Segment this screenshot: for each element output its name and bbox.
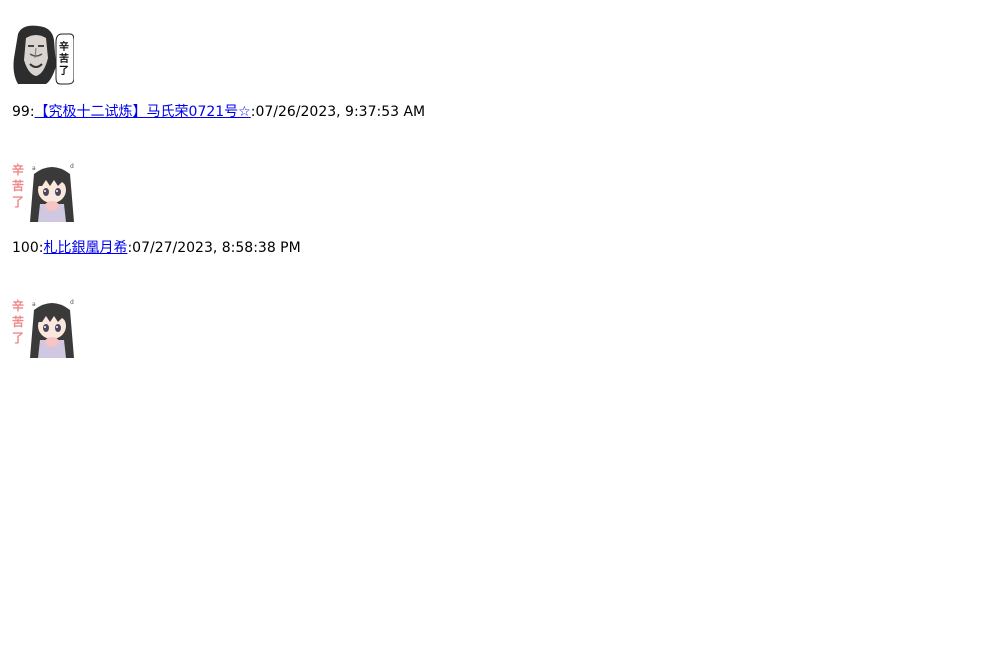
sticker-caption-1: 辛 — [12, 298, 24, 313]
post-timestamp: 07/26/2023, 9:37:53 AM — [255, 104, 426, 120]
long-hair-man-sticker-icon: 辛 苦 了 — [12, 24, 74, 86]
svg-text:a: a — [32, 301, 36, 308]
sticker-image-girl-1: 辛 苦 了 a d — [12, 160, 74, 222]
post-timestamp: 07/27/2023, 8:58:38 PM — [132, 240, 301, 256]
sticker-caption-3: 了 — [12, 195, 24, 209]
anime-girl-sticker-icon: 辛 苦 了 a d — [12, 160, 74, 222]
sticker-caption-1: 辛 — [12, 162, 24, 177]
sticker-caption-2: 苦 — [12, 314, 24, 329]
svg-text:a: a — [32, 165, 36, 172]
post-number: 100 — [12, 240, 39, 256]
svg-text:d: d — [70, 299, 74, 306]
sticker-caption-2: 苦 — [59, 52, 69, 65]
sticker-caption-1: 辛 — [59, 40, 69, 53]
anime-girl-sticker-icon: 辛 苦 了 a d — [12, 296, 74, 358]
sticker-caption-3: 了 — [59, 65, 69, 77]
post-author-link[interactable]: 札比銀凰月希 — [43, 240, 127, 256]
sticker-image-girl-2: 辛 苦 了 a d — [12, 296, 74, 358]
sticker-image-man: 辛 苦 了 — [12, 24, 74, 86]
sticker-caption-2: 苦 — [12, 178, 24, 193]
sticker-caption-3: 了 — [12, 331, 24, 345]
post-header-100: 100:札比銀凰月希:07/27/2023, 8:58:38 PM — [12, 239, 301, 257]
post-number: 99 — [12, 104, 30, 120]
post-author-link[interactable]: 【究极十二试炼】马氏荣0721号☆ — [35, 104, 251, 120]
svg-text:d: d — [70, 163, 74, 170]
post-header-99: 99:【究极十二试炼】马氏荣0721号☆:07/26/2023, 9:37:53… — [12, 103, 425, 121]
